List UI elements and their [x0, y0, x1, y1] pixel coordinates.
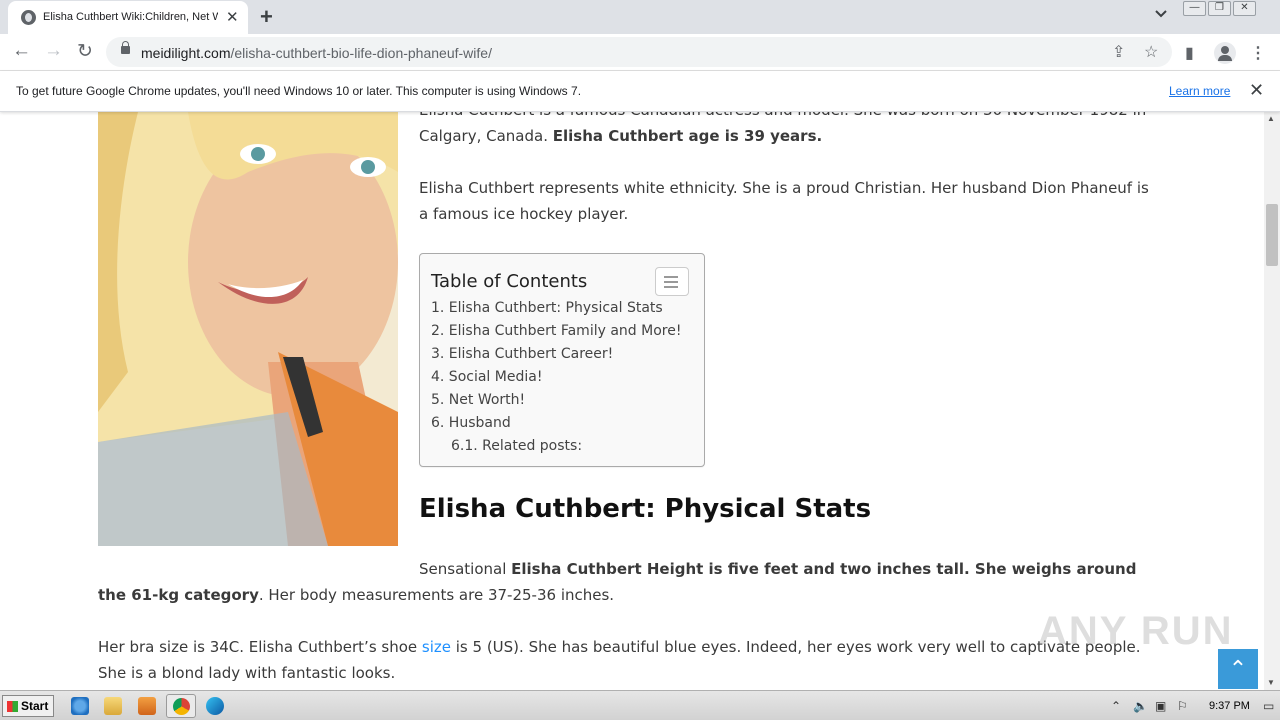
toc-subitem[interactable]: 6.1. Related posts: — [431, 435, 681, 458]
ethnicity-paragraph: Elisha Cuthbert represents white ethnici… — [419, 179, 1149, 223]
edge-icon[interactable] — [206, 697, 224, 715]
tab-strip: Elisha Cuthbert Wiki:Children, Net W ✕ +… — [0, 0, 1280, 34]
learn-more-link[interactable]: Learn more — [1169, 84, 1230, 98]
table-of-contents: Table of Contents 1. Elisha Cuthbert: Ph… — [419, 253, 705, 467]
window-controls: — ❐ ✕ — [1183, 1, 1256, 16]
p3-bold: Elisha Cuthbert Height is five feet and … — [98, 560, 1137, 604]
toc-title: Table of Contents — [431, 271, 588, 292]
new-tab-button[interactable]: + — [260, 4, 273, 30]
minimize-icon[interactable]: — — [1183, 1, 1206, 16]
start-button[interactable]: Start — [2, 695, 54, 717]
toc-item[interactable]: 2. Elisha Cuthbert Family and More! — [431, 320, 681, 343]
profile-avatar-icon[interactable] — [1214, 42, 1236, 64]
tray-expand-icon[interactable]: ⌃ — [1111, 699, 1121, 713]
restore-icon[interactable]: ❐ — [1208, 1, 1231, 16]
show-desktop-icon[interactable]: ▭ — [1263, 699, 1274, 713]
close-infobar-icon[interactable]: ✕ — [1249, 80, 1264, 101]
age-bold-text: Elisha Cuthbert age is 39 years. — [552, 127, 823, 145]
toc-item[interactable]: 5. Net Worth! — [431, 389, 681, 412]
bra-size-paragraph: Her bra size is 34C. Elisha Cuthbert’s s… — [98, 634, 1168, 686]
globe-icon — [21, 10, 36, 25]
address-bar[interactable]: meidilight.com/elisha-cuthbert-bio-life-… — [106, 37, 1172, 67]
scroll-down-arrow-icon[interactable]: ▼ — [1267, 678, 1275, 687]
toc-item[interactable]: 1. Elisha Cuthbert: Physical Stats — [431, 297, 681, 320]
lock-icon[interactable] — [121, 41, 130, 54]
scrollbar-thumb[interactable] — [1266, 204, 1278, 266]
close-tab-icon[interactable]: ✕ — [226, 8, 239, 26]
p4-start: Her bra size is 34C. Elisha Cuthbert’s s… — [98, 638, 422, 656]
internet-explorer-icon[interactable] — [71, 697, 89, 715]
browser-toolbar: ← → ↻ meidilight.com/elisha-cuthbert-bio… — [0, 34, 1280, 71]
media-player-icon[interactable] — [138, 697, 156, 715]
browser-tab[interactable]: Elisha Cuthbert Wiki:Children, Net W ✕ — [8, 1, 248, 34]
forward-arrow-icon[interactable]: → — [44, 40, 63, 62]
speaker-icon[interactable]: 🔈 — [1133, 699, 1148, 713]
chrome-icon — [173, 698, 190, 715]
bookmark-star-icon[interactable]: ☆ — [1144, 42, 1158, 62]
tab-title: Elisha Cuthbert Wiki:Children, Net W — [43, 11, 218, 23]
start-label: Start — [21, 699, 49, 713]
share-icon[interactable]: ⇪ — [1112, 42, 1125, 62]
toc-item[interactable]: 6. Husband — [431, 412, 681, 435]
toc-toggle-icon[interactable] — [655, 267, 689, 296]
infobar-message: To get future Google Chrome updates, you… — [16, 84, 582, 98]
page-scrollbar[interactable]: ▲ ▼ — [1264, 112, 1280, 690]
close-window-icon[interactable]: ✕ — [1233, 1, 1256, 16]
file-explorer-icon[interactable] — [104, 697, 122, 715]
web-page: Elisha Cuthbert is a famous Canadian act… — [0, 112, 1264, 690]
chrome-taskbar-button[interactable] — [166, 694, 196, 718]
chevron-up-icon: ⌃ — [1228, 656, 1248, 681]
scroll-up-arrow-icon[interactable]: ▲ — [1267, 114, 1275, 123]
intro-paragraph: Elisha Cuthbert is a famous Canadian act… — [419, 112, 1149, 149]
physical-stats-paragraph: Sensational Elisha Cuthbert Height is fi… — [98, 556, 1158, 608]
system-tray: ⌃ 🔈 ▣ ⚐ 9:37 PM ▭ — [1105, 691, 1280, 721]
toc-list: 1. Elisha Cuthbert: Physical Stats 2. El… — [431, 297, 681, 458]
toc-item[interactable]: 3. Elisha Cuthbert Career! — [431, 343, 681, 366]
anyrun-watermark: ANY RUN — [1038, 609, 1234, 653]
p3-end: . Her body measurements are 37-25-36 inc… — [258, 586, 615, 604]
update-infobar: To get future Google Chrome updates, you… — [0, 71, 1280, 112]
back-arrow-icon[interactable]: ← — [12, 40, 31, 62]
url-text: meidilight.com/elisha-cuthbert-bio-life-… — [141, 45, 492, 61]
section-heading: Elisha Cuthbert: Physical Stats — [419, 494, 872, 524]
url-path: /elisha-cuthbert-bio-life-dion-phaneuf-w… — [230, 45, 492, 61]
portrait-image — [98, 112, 398, 546]
p3-start: Sensational — [419, 560, 512, 578]
network-icon[interactable]: ▣ — [1155, 699, 1166, 713]
windows-taskbar: Start ⌃ 🔈 ▣ ⚐ 9:37 PM ▭ — [0, 690, 1280, 720]
size-link[interactable]: size — [422, 638, 451, 656]
url-domain: meidilight.com — [141, 45, 231, 61]
back-to-top-button[interactable]: ⌃ — [1218, 649, 1258, 689]
windows-logo-icon — [7, 701, 18, 712]
kebab-menu-icon[interactable]: ⋮ — [1250, 43, 1266, 63]
side-panel-icon[interactable]: ▮ — [1185, 43, 1194, 63]
reload-icon[interactable]: ↻ — [77, 40, 93, 63]
toc-item[interactable]: 4. Social Media! — [431, 366, 681, 389]
chevron-down-icon[interactable] — [1154, 7, 1168, 21]
taskbar-clock[interactable]: 9:37 PM — [1209, 700, 1250, 712]
action-center-flag-icon[interactable]: ⚐ — [1177, 699, 1188, 713]
